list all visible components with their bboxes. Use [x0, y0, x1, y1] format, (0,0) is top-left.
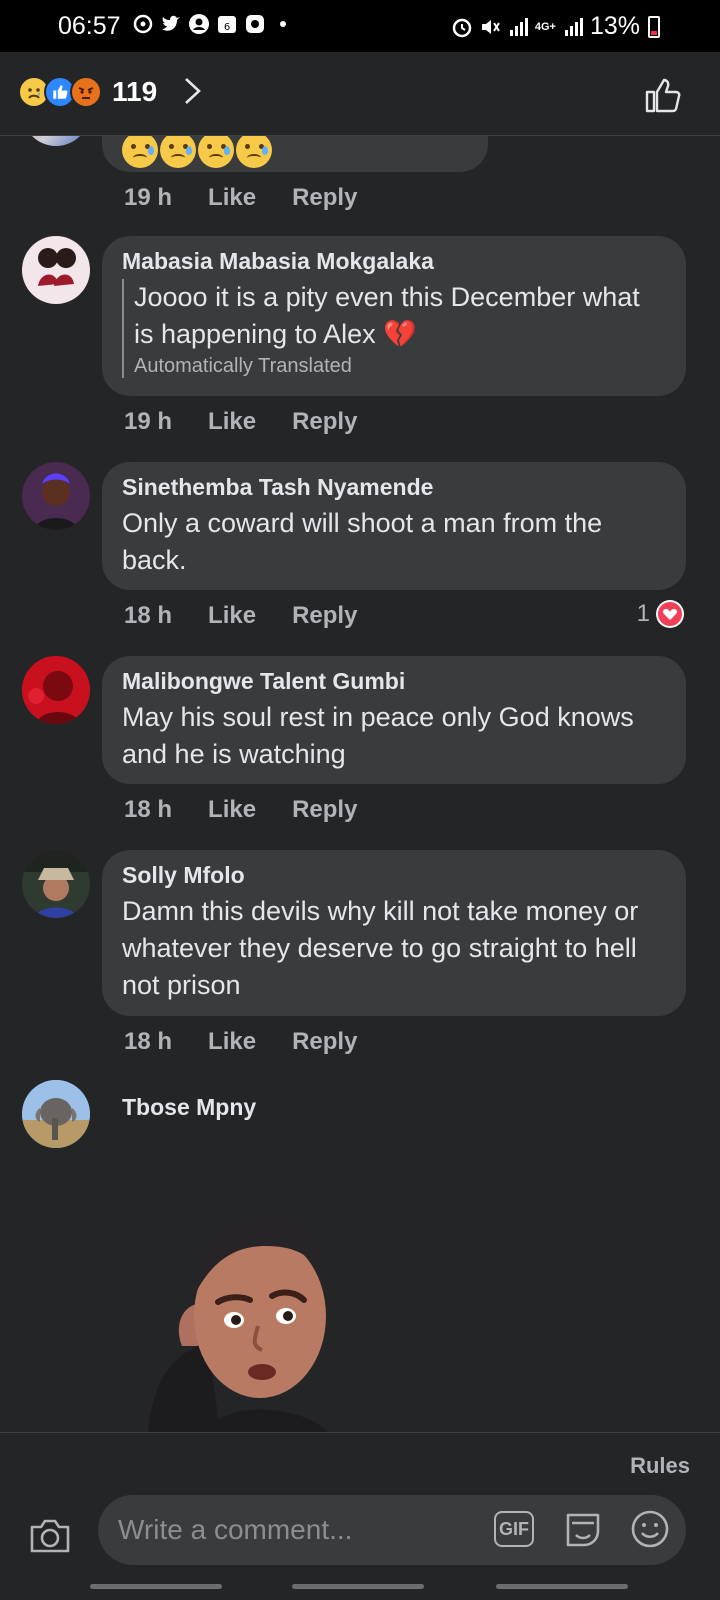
gallery-icon — [246, 15, 264, 33]
sad-sweat-face-icon — [198, 136, 234, 168]
comment-author[interactable]: Solly Mfolo — [122, 862, 666, 889]
reaction-summary[interactable]: 119 — [18, 76, 157, 108]
comment-input[interactable] — [118, 1511, 478, 1549]
chevron-right-icon[interactable] — [180, 76, 206, 106]
like-link[interactable]: Like — [208, 1028, 256, 1056]
comment-bubble[interactable]: Malibongwe Talent Gumbi May his soul res… — [102, 656, 686, 784]
comment-text: Damn this devils why kill not take money… — [122, 896, 639, 1000]
camera-icon[interactable] — [28, 1517, 72, 1555]
comment-time: 18 h — [124, 602, 173, 629]
avatar[interactable] — [22, 462, 90, 530]
battery-percent: 13% — [589, 12, 640, 40]
comment-time: 19 h — [124, 408, 173, 435]
sync-icon — [133, 14, 153, 34]
sad-sweat-face-icon — [122, 136, 158, 168]
like-link[interactable]: Like — [208, 408, 256, 436]
comment-reactions[interactable]: 1 — [637, 600, 684, 628]
reaction-count: 1 — [636, 600, 650, 627]
angry-reaction-icon — [70, 76, 102, 108]
signal-icon — [509, 17, 528, 36]
system-nav-bar — [0, 1582, 720, 1600]
reply-link[interactable]: Reply — [292, 796, 357, 824]
comment-author[interactable]: Mabasia Mabasia Mokgalaka — [122, 248, 666, 275]
sad-sweat-face-icon — [236, 136, 272, 168]
comment-author[interactable]: Malibongwe Talent Gumbi — [122, 668, 666, 695]
comment-bubble[interactable]: Sinethemba Tash Nyamende Only a coward w… — [102, 462, 686, 590]
comment-time: 18 h — [124, 796, 173, 823]
back-button[interactable] — [496, 1584, 628, 1589]
dot-icon — [280, 21, 286, 27]
network-type: 4G+ — [534, 20, 556, 33]
gif-button[interactable]: GIF — [494, 1511, 534, 1547]
home-button[interactable] — [292, 1584, 424, 1589]
alarm-icon — [452, 18, 472, 37]
signal-icon-2 — [564, 17, 583, 36]
avatar[interactable] — [22, 236, 90, 304]
comment-actions: 19 h Like Reply — [124, 184, 357, 212]
avatar-previous[interactable] — [22, 136, 90, 146]
reactions-header: 119 — [0, 52, 720, 136]
calendar-icon: 6 — [218, 16, 236, 33]
translated-text: Joooo it is a pity even this December wh… — [122, 279, 666, 378]
comment-composer: Rules GIF — [0, 1432, 720, 1600]
system-status: 4G+ 13% — [451, 12, 660, 41]
status-time: 06:57 — [58, 12, 121, 40]
reply-link[interactable]: Reply — [292, 408, 357, 436]
like-link[interactable]: Like — [208, 602, 256, 630]
comments-list[interactable]: 19 h Like Reply Mabasia Mabasia Mokgalak… — [0, 136, 720, 1432]
comment-author[interactable]: Sinethemba Tash Nyamende — [122, 474, 666, 501]
emoji-icon[interactable] — [630, 1509, 670, 1549]
emoji-row — [122, 136, 272, 168]
sad-sweat-face-icon — [160, 136, 196, 168]
like-link[interactable]: Like — [208, 184, 256, 212]
avatar[interactable] — [22, 1080, 90, 1148]
comment-bubble[interactable]: Mabasia Mabasia Mokgalaka Joooo it is a … — [102, 236, 686, 396]
like-link[interactable]: Like — [208, 796, 256, 824]
like-button[interactable] — [644, 76, 684, 114]
comment-input-container[interactable]: GIF — [98, 1495, 686, 1565]
comment-text: Only a coward will shoot a man from the … — [122, 508, 603, 575]
twitter-icon — [162, 15, 180, 31]
love-reaction-icon — [656, 600, 684, 628]
comment-author[interactable]: Tbose Mpny — [122, 1094, 256, 1121]
reply-link[interactable]: Reply — [292, 602, 357, 630]
sticker-icon[interactable] — [562, 1509, 604, 1549]
avatar-sticker-image — [148, 1215, 328, 1432]
recents-button[interactable] — [90, 1584, 222, 1589]
comment-bubble[interactable]: Solly Mfolo Damn this devils why kill no… — [102, 850, 686, 1016]
translation-note[interactable]: Automatically Translated — [134, 355, 666, 378]
avatar[interactable] — [22, 850, 90, 918]
svg-text:6: 6 — [224, 22, 230, 33]
avatar[interactable] — [22, 656, 90, 724]
comment-actions: 19 h Like Reply — [124, 408, 357, 436]
comment-time: 19 h — [124, 184, 173, 211]
rules-link[interactable]: Rules — [630, 1453, 690, 1479]
comment-text: May his soul rest in peace only God know… — [122, 702, 634, 769]
account-icon — [189, 14, 209, 34]
mute-icon — [481, 19, 500, 34]
reply-link[interactable]: Reply — [292, 1028, 357, 1056]
status-bar: 06:57 6 4G+ 13% — [0, 0, 720, 52]
comment-actions: 18 h Like Reply — [124, 796, 357, 824]
reply-link[interactable]: Reply — [292, 184, 357, 212]
notification-icons: 6 — [132, 13, 286, 35]
comment-time: 18 h — [124, 1028, 173, 1055]
reaction-count: 119 — [112, 76, 158, 107]
battery-icon — [648, 15, 660, 38]
comment-actions: 18 h Like Reply — [124, 602, 357, 630]
comment-text: Joooo it is a pity even this December wh… — [134, 282, 640, 349]
comment-actions: 18 h Like Reply — [124, 1028, 357, 1056]
